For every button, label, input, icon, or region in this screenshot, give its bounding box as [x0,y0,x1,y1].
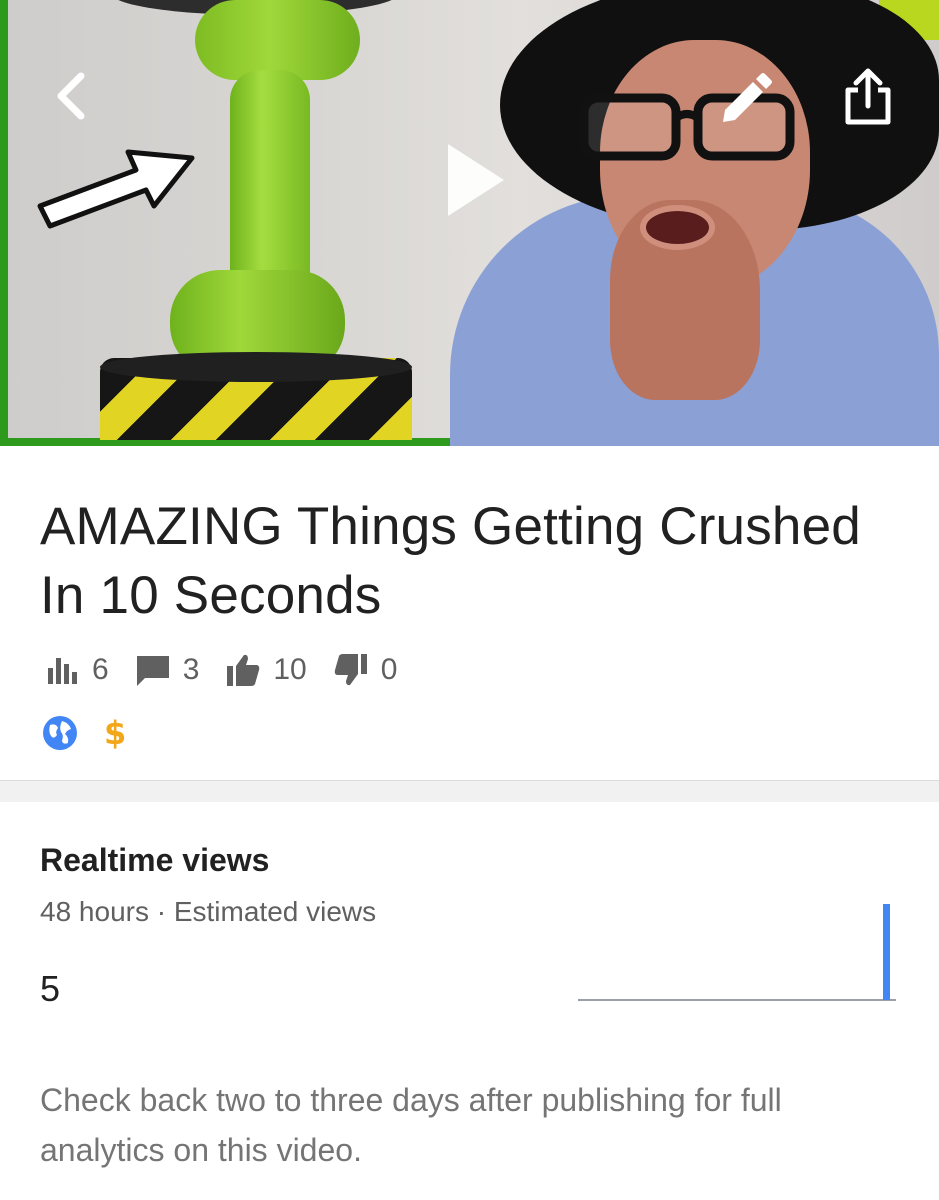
comments-count: 3 [182,653,200,686]
realtime-subtitle: 48 hours · Estimated views [40,896,377,927]
dislikes-stat[interactable]: 0 [333,652,398,688]
edit-button[interactable] [715,70,775,130]
realtime-sparkline[interactable] [578,900,898,1004]
dislikes-count: 0 [380,653,398,686]
sparkline-bar [883,904,890,1000]
pencil-icon [723,73,772,122]
views-stat[interactable]: 6 [44,652,109,688]
dumbbell-head-top [195,0,360,80]
bar-chart-icon [44,652,80,688]
person-mouth [640,205,715,250]
comment-icon [135,652,171,688]
play-button[interactable] [440,140,510,220]
analytics-note: Check back two to three days after publi… [40,1082,782,1168]
back-button[interactable] [45,68,101,124]
share-icon [845,68,891,125]
press-base-top [100,352,412,382]
thumbs-up-icon [225,652,261,688]
arrow-graphic [36,140,196,230]
play-icon [448,144,504,216]
share-button[interactable] [838,66,898,128]
section-divider [0,780,939,802]
globe-icon[interactable] [42,715,78,751]
video-badges: $ [42,714,126,752]
views-count: 6 [92,653,109,686]
dumbbell-handle [230,70,310,300]
video-title: AMAZING Things Getting Crushed In 10 Sec… [40,497,861,625]
monetization-icon[interactable]: $ [104,714,126,752]
video-thumbnail[interactable] [0,0,939,446]
likes-stat[interactable]: 10 [225,652,307,688]
chevron-left-icon [57,72,85,120]
realtime-views-value: 5 [40,968,61,1009]
thumbs-down-icon [333,652,369,688]
likes-count: 10 [273,653,307,686]
realtime-title: Realtime views [40,842,270,878]
video-stats: 6 3 10 0 [44,650,423,690]
comments-stat[interactable]: 3 [135,652,200,688]
